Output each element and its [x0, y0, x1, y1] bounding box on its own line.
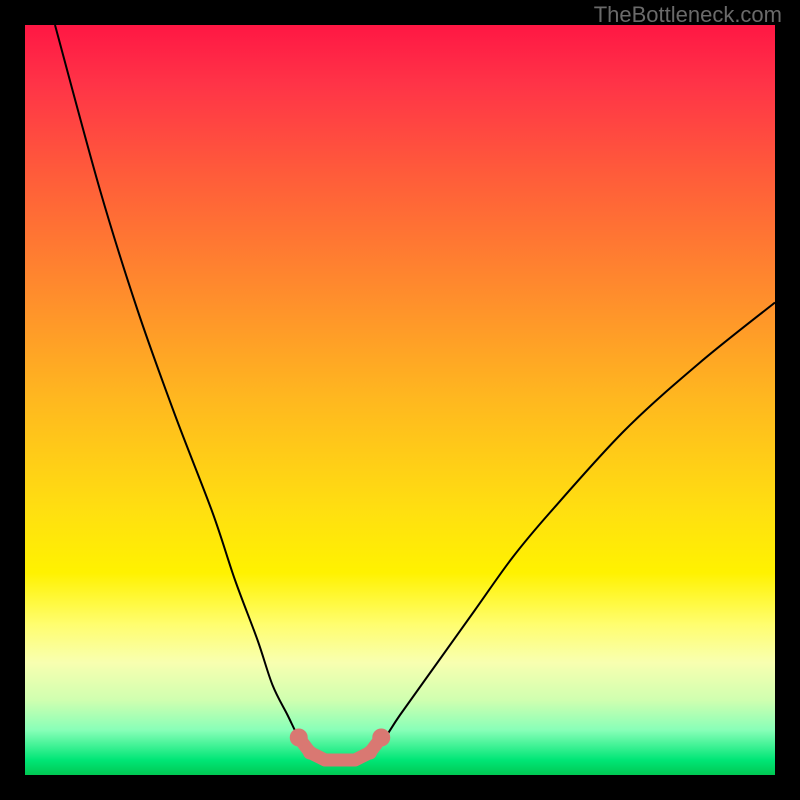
optimal-zone-markers	[290, 729, 391, 761]
chart-plot-area	[25, 25, 775, 775]
chart-curve-layer	[25, 25, 775, 775]
watermark-text: TheBottleneck.com	[594, 2, 782, 28]
bottleneck-curve-line	[55, 25, 775, 761]
